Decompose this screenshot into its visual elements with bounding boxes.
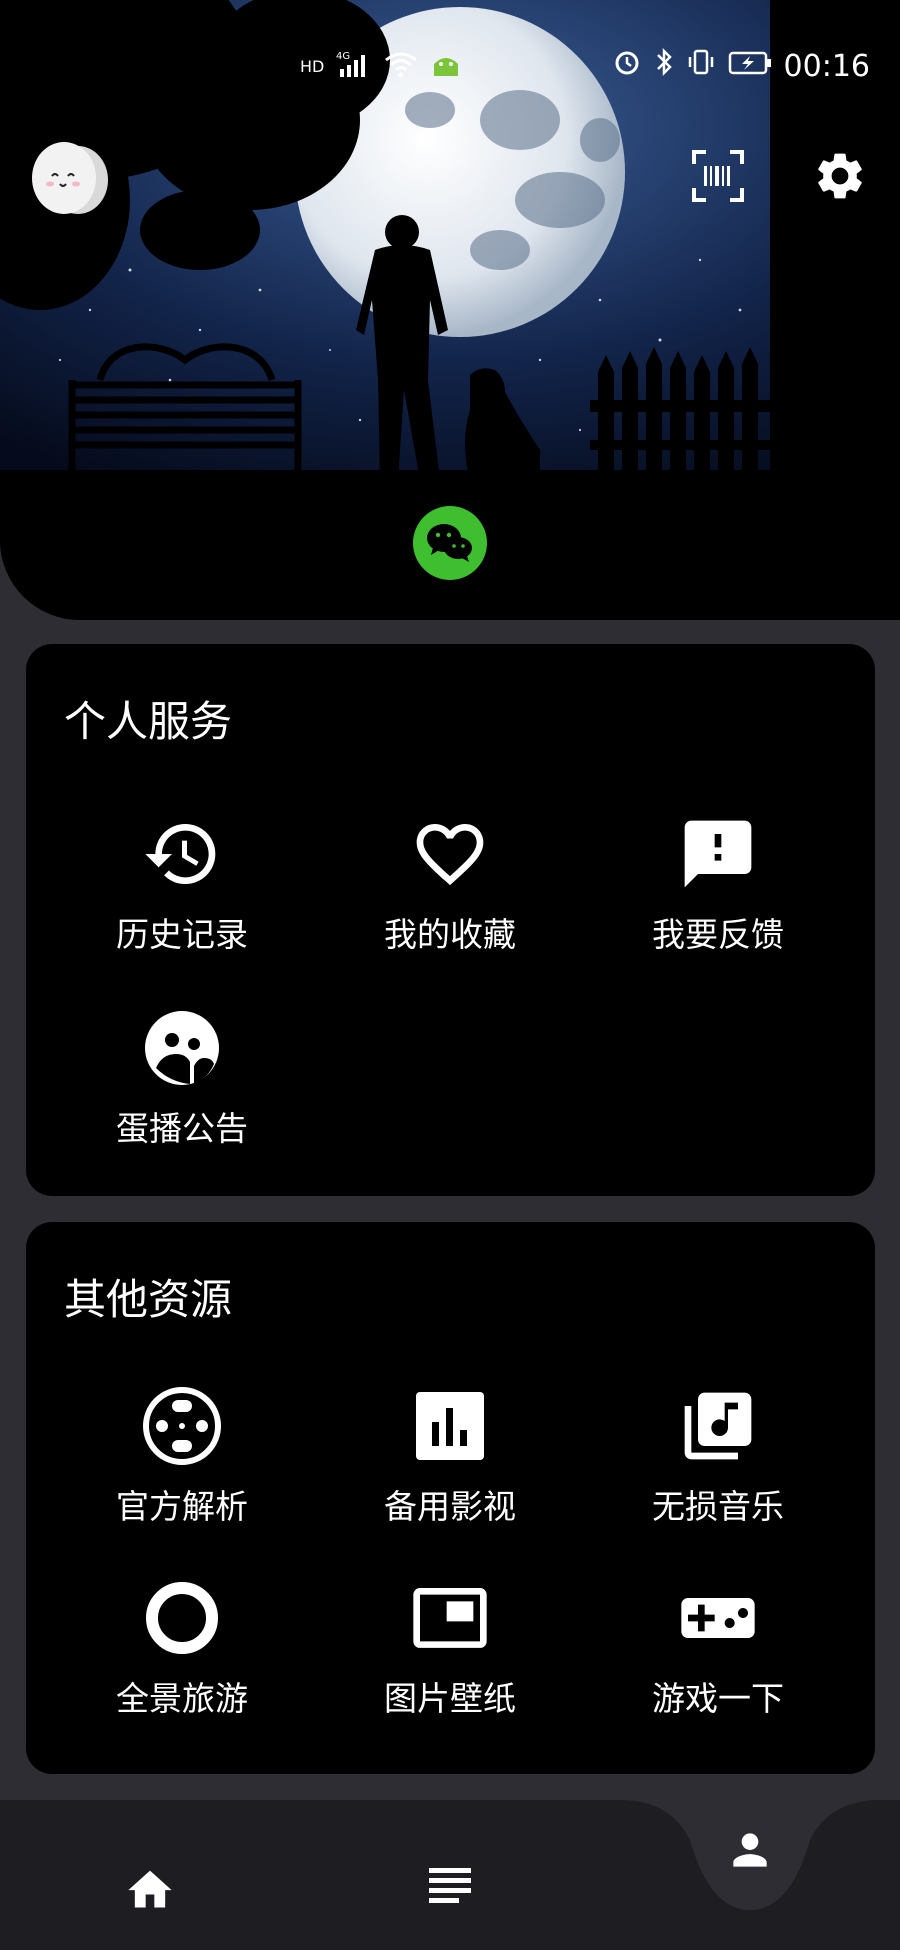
hd-badge: HD	[300, 56, 325, 76]
panorama-travel-label: 全景旅游	[116, 1679, 248, 1718]
wifi-icon	[384, 50, 418, 82]
official-parse-item[interactable]: 官方解析	[72, 1386, 292, 1528]
backup-video-label: 备用影视	[384, 1487, 516, 1526]
bluetooth-icon	[654, 47, 674, 85]
person-icon	[733, 1833, 767, 1867]
gear-icon	[818, 153, 862, 199]
heart-icon	[416, 824, 484, 886]
history-item[interactable]: 历史记录	[72, 814, 292, 956]
favorites-item[interactable]: 我的收藏	[340, 814, 560, 956]
settings-button[interactable]	[812, 148, 868, 204]
bottom-navigation	[0, 1800, 900, 1950]
egg-avatar-icon	[32, 142, 108, 214]
film-reel-icon	[143, 1387, 221, 1465]
music-library-icon	[684, 1392, 752, 1460]
history-icon	[145, 824, 216, 884]
announcement-icon	[145, 1011, 219, 1085]
game-label: 游戏一下	[652, 1679, 784, 1718]
network-label: 4G	[336, 51, 350, 62]
nav-profile[interactable]	[700, 1800, 800, 1900]
history-label: 历史记录	[116, 915, 248, 954]
section-title: 其他资源	[64, 1275, 233, 1324]
wechat-icon	[427, 524, 472, 562]
vibrate-icon	[686, 47, 716, 85]
announcement-item[interactable]: 蛋播公告	[72, 1008, 292, 1150]
nav-list[interactable]	[427, 1864, 473, 1908]
signal-icon: 4G	[336, 49, 372, 83]
personal-services-card: 个人服务 历史记录 我的收藏 我要反馈 蛋播公告	[26, 644, 875, 1196]
list-icon	[429, 1868, 471, 1903]
favorites-label: 我的收藏	[384, 915, 516, 954]
lossless-music-label: 无损音乐	[652, 1487, 784, 1526]
wallpaper-label: 图片壁纸	[384, 1679, 516, 1718]
panorama-travel-item[interactable]: 全景旅游	[72, 1578, 292, 1720]
other-resources-card: 其他资源 官方解析 备用影视 无损音乐 全景旅游 图片壁纸 游戏一下	[26, 1222, 875, 1774]
gamepad-icon	[681, 1598, 755, 1638]
battery-icon	[728, 49, 772, 84]
feedback-label: 我要反馈	[652, 915, 784, 954]
android-icon	[430, 50, 462, 82]
wechat-button[interactable]	[413, 506, 487, 580]
wallpaper-item[interactable]: 图片壁纸	[340, 1578, 560, 1720]
game-item[interactable]: 游戏一下	[608, 1578, 828, 1720]
picture-in-picture-icon	[413, 1588, 487, 1648]
backup-video-item[interactable]: 备用影视	[340, 1386, 560, 1528]
bar-chart-icon	[416, 1392, 484, 1460]
lossless-music-item[interactable]: 无损音乐	[608, 1386, 828, 1528]
nav-home[interactable]	[124, 1864, 176, 1912]
scan-barcode-icon	[692, 150, 744, 202]
section-title: 个人服务	[64, 697, 233, 746]
home-icon	[128, 1870, 172, 1908]
status-bar-left: HD 4G	[300, 44, 462, 88]
feedback-item[interactable]: 我要反馈	[608, 814, 828, 956]
clock-time: 00:16	[783, 48, 870, 84]
alarm-icon	[612, 47, 642, 85]
feedback-icon	[684, 820, 752, 888]
status-bar-right: 00:16	[612, 44, 870, 88]
announcement-label: 蛋播公告	[116, 1109, 248, 1148]
ring-icon	[146, 1582, 218, 1654]
official-parse-label: 官方解析	[116, 1487, 248, 1526]
avatar[interactable]	[30, 136, 110, 216]
scan-button[interactable]	[690, 148, 746, 204]
